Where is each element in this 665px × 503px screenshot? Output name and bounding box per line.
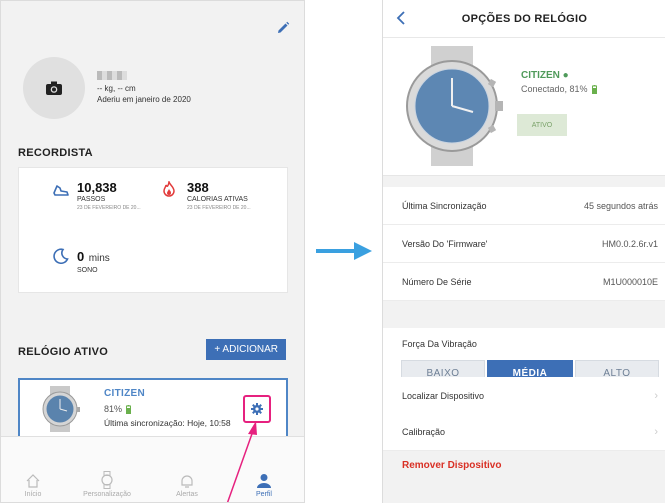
avatar[interactable]: [23, 57, 85, 119]
remove-device-button[interactable]: Remover Dispositivo: [402, 460, 501, 471]
tab-personalizacao[interactable]: Personalização: [77, 471, 137, 498]
calories-value: 388: [187, 180, 209, 195]
bell-icon: [181, 475, 193, 488]
battery-icon: [126, 404, 132, 414]
active-watch-brand: CITIZEN: [104, 388, 145, 399]
battery-percent: 81%: [104, 404, 123, 414]
watch-thumbnail: [42, 386, 80, 432]
flame-icon: [163, 181, 175, 197]
row-value: HM0.0.2.6r.v1: [601, 239, 658, 249]
tab-alertas[interactable]: Alertas: [157, 473, 217, 498]
row-value: M1U000010E: [602, 277, 658, 287]
row-key: Calibração: [402, 427, 446, 437]
gear-icon: [251, 403, 263, 415]
active-watch-card[interactable]: CITIZEN 81% Última sincronização: Hoje, …: [18, 378, 288, 439]
profile-screen: -- kg, -- cm Aderiu em janeiro de 2020 R…: [0, 0, 305, 503]
sleep-value: 0: [77, 249, 85, 264]
header: OPÇÕES DO RELÓGIO: [383, 0, 665, 38]
camera-icon: [46, 81, 62, 95]
calories-record: 388 CALORIAS ATIVAS 23 DE FEVEREIRO DE 2…: [187, 180, 251, 211]
calories-label: CALORIAS ATIVAS: [187, 196, 248, 203]
chevron-right-icon: ›: [654, 426, 658, 438]
watch-info-card: CITIZEN ● Conectado, 81% ATIVO: [383, 38, 665, 176]
steps-record: 10,838 PASSOS 23 DE FEVEREIRO DE 20...: [77, 180, 141, 211]
tab-label: Perfil: [256, 491, 272, 498]
row-last-sync: Última Sincronização 45 segundos atrás: [383, 187, 665, 225]
steps-value: 10,838: [77, 180, 117, 195]
watch-settings-button[interactable]: [243, 395, 271, 423]
row-calibration[interactable]: Calibração ›: [383, 413, 665, 451]
tab-bar: Início Personalização Alertas Perfil: [1, 436, 304, 502]
sleep-record: 0 mins SONO: [77, 248, 110, 274]
row-find-device[interactable]: Localizar Dispositivo ›: [383, 377, 665, 415]
connection-status: Conectado, 81%: [521, 84, 588, 94]
tab-label: Alertas: [176, 491, 198, 498]
profile-name-redacted: [97, 71, 127, 80]
chevron-right-icon: ›: [654, 390, 658, 402]
steps-label: PASSOS: [77, 196, 106, 203]
connection-status-row: Conectado, 81%: [521, 84, 597, 94]
sleep-unit: mins: [88, 253, 110, 264]
row-value: 45 segundos atrás: [583, 201, 658, 211]
watch-image: [406, 46, 503, 166]
row-firmware: Versão Do 'Firmware' HM0.0.2.6r.v1: [383, 225, 665, 263]
person-icon: [257, 474, 271, 488]
watch-icon: [101, 471, 113, 489]
tab-perfil[interactable]: Perfil: [234, 473, 294, 498]
active-watch-title: RELÓGIO ATIVO: [18, 346, 109, 358]
records-title: RECORDISTA: [18, 147, 93, 159]
records-card: 10,838 PASSOS 23 DE FEVEREIRO DE 20... 3…: [18, 167, 288, 293]
row-key: Localizar Dispositivo: [402, 391, 485, 401]
add-watch-button[interactable]: + ADICIONAR: [206, 339, 286, 360]
profile-joined: Aderiu em janeiro de 2020: [97, 95, 191, 104]
calories-date: 23 DE FEVEREIRO DE 20...: [187, 205, 251, 211]
profile-stats: -- kg, -- cm: [97, 84, 136, 93]
row-key: Versão Do 'Firmware': [402, 239, 488, 249]
watch-brand: CITIZEN ●: [521, 70, 569, 81]
active-badge: ATIVO: [517, 114, 567, 136]
row-key: Última Sincronização: [402, 201, 487, 211]
watch-options-screen: OPÇÕES DO RELÓGIO CITIZEN ● Conectado, 8…: [382, 0, 665, 503]
tab-label: Personalização: [83, 491, 131, 498]
tab-label: Início: [24, 491, 42, 498]
tab-inicio[interactable]: Início: [3, 473, 63, 498]
battery-icon: [591, 84, 597, 94]
home-icon: [26, 474, 40, 488]
navigation-arrow-icon: [316, 242, 372, 260]
active-watch-battery-row: 81%: [104, 404, 132, 414]
sleep-label: SONO: [77, 267, 98, 274]
row-key: Número De Série: [402, 277, 472, 287]
row-serial: Número De Série M1U000010E: [383, 263, 665, 301]
active-watch-sync: Última sincronização: Hoje, 10:58: [104, 418, 231, 428]
vibration-label: Força Da Vibração: [402, 339, 477, 349]
shoe-icon: [53, 185, 69, 196]
moon-icon: [53, 248, 69, 264]
page-title: OPÇÕES DO RELÓGIO: [461, 13, 588, 25]
steps-date: 23 DE FEVEREIRO DE 20...: [77, 205, 141, 211]
pencil-icon[interactable]: [276, 21, 290, 35]
